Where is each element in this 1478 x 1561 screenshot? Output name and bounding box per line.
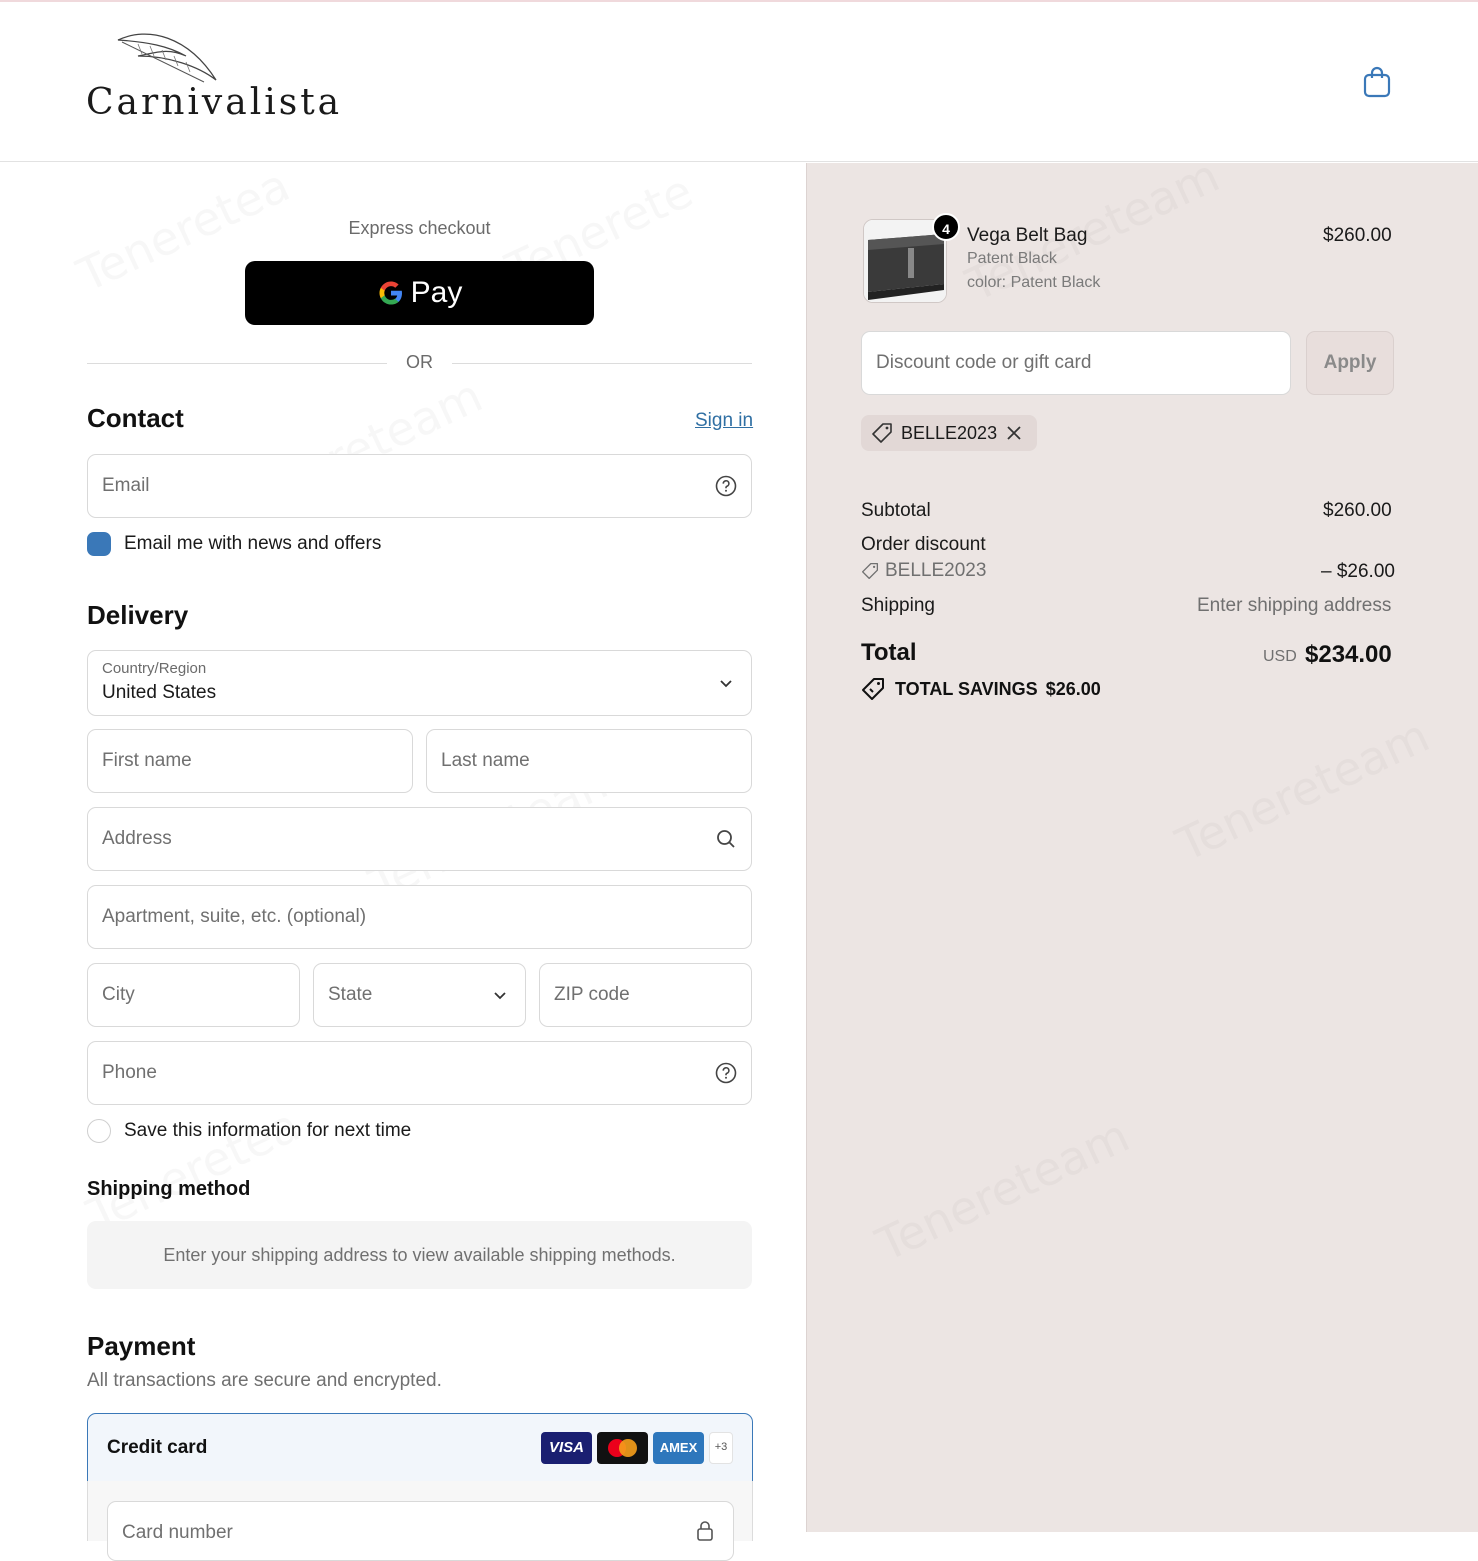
discount-code-field[interactable]: Discount code or gift card (861, 331, 1291, 395)
brand-wordmark: Carnivalista (86, 82, 343, 123)
zip-field[interactable]: ZIP code (539, 963, 752, 1027)
quantity-badge: 4 (932, 213, 960, 241)
order-summary-column: Tenereteam Tenereteam Tenereteam 4 Vega … (806, 148, 1478, 1532)
chevron-down-icon (494, 992, 506, 1000)
order-discount-code-row: BELLE2023 (861, 560, 986, 582)
total-value: $234.00 (1305, 641, 1392, 668)
delivery-title: Delivery (87, 600, 189, 630)
newsletter-checkbox-row[interactable]: Email me with news and offers (87, 531, 381, 557)
watermark: Tenereteam (1168, 708, 1438, 872)
phone-placeholder: Phone (102, 1062, 157, 1083)
total-savings-row: TOTAL SAVINGS $26.00 (861, 677, 1101, 701)
phone-field[interactable]: Phone (87, 1041, 752, 1105)
country-label: Country/Region (102, 660, 207, 677)
save-info-label: Save this information for next time (124, 1120, 412, 1141)
newsletter-checkbox[interactable] (87, 532, 111, 556)
shipping-value: Enter shipping address (1197, 595, 1392, 616)
shopping-bag-icon (1363, 66, 1391, 98)
savings-label: TOTAL SAVINGS (895, 678, 1038, 699)
payment-title: Payment (87, 1331, 196, 1361)
help-circle-icon[interactable] (715, 1062, 737, 1084)
apply-discount-button[interactable]: Apply (1306, 331, 1394, 395)
country-value: United States (102, 682, 217, 703)
mastercard-icon (597, 1432, 648, 1464)
country-select[interactable]: Country/Region United States (87, 650, 752, 716)
contact-title: Contact (87, 403, 184, 433)
order-discount-value: – $26.00 (1321, 561, 1395, 582)
sign-in-link[interactable]: Sign in (695, 410, 753, 432)
close-icon[interactable] (1005, 424, 1023, 442)
credit-card-form: Card number (87, 1481, 753, 1561)
last-name-placeholder: Last name (441, 750, 530, 771)
search-icon (717, 830, 735, 848)
save-info-checkbox[interactable] (87, 1119, 111, 1143)
help-circle-icon[interactable] (715, 475, 737, 497)
credit-card-option[interactable]: Credit card VISA AMEX +3 (87, 1413, 753, 1482)
discount-placeholder: Discount code or gift card (876, 352, 1092, 373)
subtotal-label: Subtotal (861, 500, 931, 521)
order-discount-label: Order discount (861, 534, 986, 555)
visa-icon: VISA (541, 1432, 592, 1464)
product-price: $260.00 (1323, 225, 1392, 246)
tag-icon (861, 562, 879, 580)
savings-value: $26.00 (1045, 678, 1101, 699)
tag-icon (872, 423, 892, 443)
chevron-down-icon (720, 680, 732, 688)
first-name-placeholder: First name (102, 750, 192, 771)
lock-icon (697, 1521, 713, 1541)
google-pay-button[interactable]: Pay (245, 261, 594, 325)
card-number-placeholder: Card number (122, 1522, 233, 1543)
or-divider: OR (87, 352, 752, 376)
card-number-field[interactable]: Card number (107, 1501, 734, 1561)
watermark: Tenereteam (868, 1108, 1138, 1272)
apartment-field[interactable]: Apartment, suite, etc. (optional) (87, 885, 752, 949)
credit-card-label: Credit card (107, 1437, 208, 1458)
newsletter-label: Email me with news and offers (124, 533, 382, 554)
brand-logo[interactable]: Carnivalista (86, 26, 339, 138)
city-placeholder: City (102, 984, 135, 1005)
total-label: Total (861, 639, 917, 666)
checkout-form-column: Teneretea Tenerete Tenereteam Tenereteam… (0, 158, 806, 1561)
google-g-icon (379, 281, 402, 305)
last-name-field[interactable]: Last name (426, 729, 752, 793)
divider-line (452, 363, 752, 364)
email-field[interactable]: Email (87, 454, 752, 518)
first-name-field[interactable]: First name (87, 729, 413, 793)
save-info-checkbox-row[interactable]: Save this information for next time (87, 1118, 411, 1144)
state-placeholder: State (328, 984, 373, 1005)
address-placeholder: Address (102, 828, 172, 849)
product-variant: Patent Black (967, 250, 1057, 267)
shipping-method-notice: Enter your shipping address to view avai… (87, 1221, 752, 1289)
amex-icon: AMEX (653, 1432, 704, 1464)
shipping-method-title: Shipping method (87, 1178, 251, 1200)
applied-discount-chip: BELLE2023 (861, 415, 1038, 451)
apartment-placeholder: Apartment, suite, etc. (optional) (102, 906, 367, 927)
tag-icon (862, 678, 884, 700)
zip-placeholder: ZIP code (554, 984, 630, 1005)
applied-code-label: BELLE2023 (901, 422, 998, 443)
currency-code: USD (1263, 648, 1297, 665)
google-pay-label: Pay (410, 276, 463, 309)
product-name: Vega Belt Bag (967, 225, 1088, 246)
subtotal-value: $260.00 (1323, 500, 1392, 521)
address-field[interactable]: Address (87, 807, 752, 871)
express-checkout-label: Express checkout (348, 218, 491, 238)
product-option: color: Patent Black (967, 274, 1101, 291)
city-field[interactable]: City (87, 963, 300, 1027)
state-select[interactable]: State (313, 963, 526, 1027)
payment-subtitle: All transactions are secure and encrypte… (87, 1370, 442, 1391)
order-discount-code: BELLE2023 (885, 560, 987, 581)
site-header: Carnivalista (0, 2, 1478, 162)
cart-button[interactable] (1362, 66, 1392, 98)
more-cards-badge: +3 (709, 1432, 733, 1464)
email-placeholder: Email (102, 475, 150, 496)
shipping-label: Shipping (861, 595, 935, 616)
